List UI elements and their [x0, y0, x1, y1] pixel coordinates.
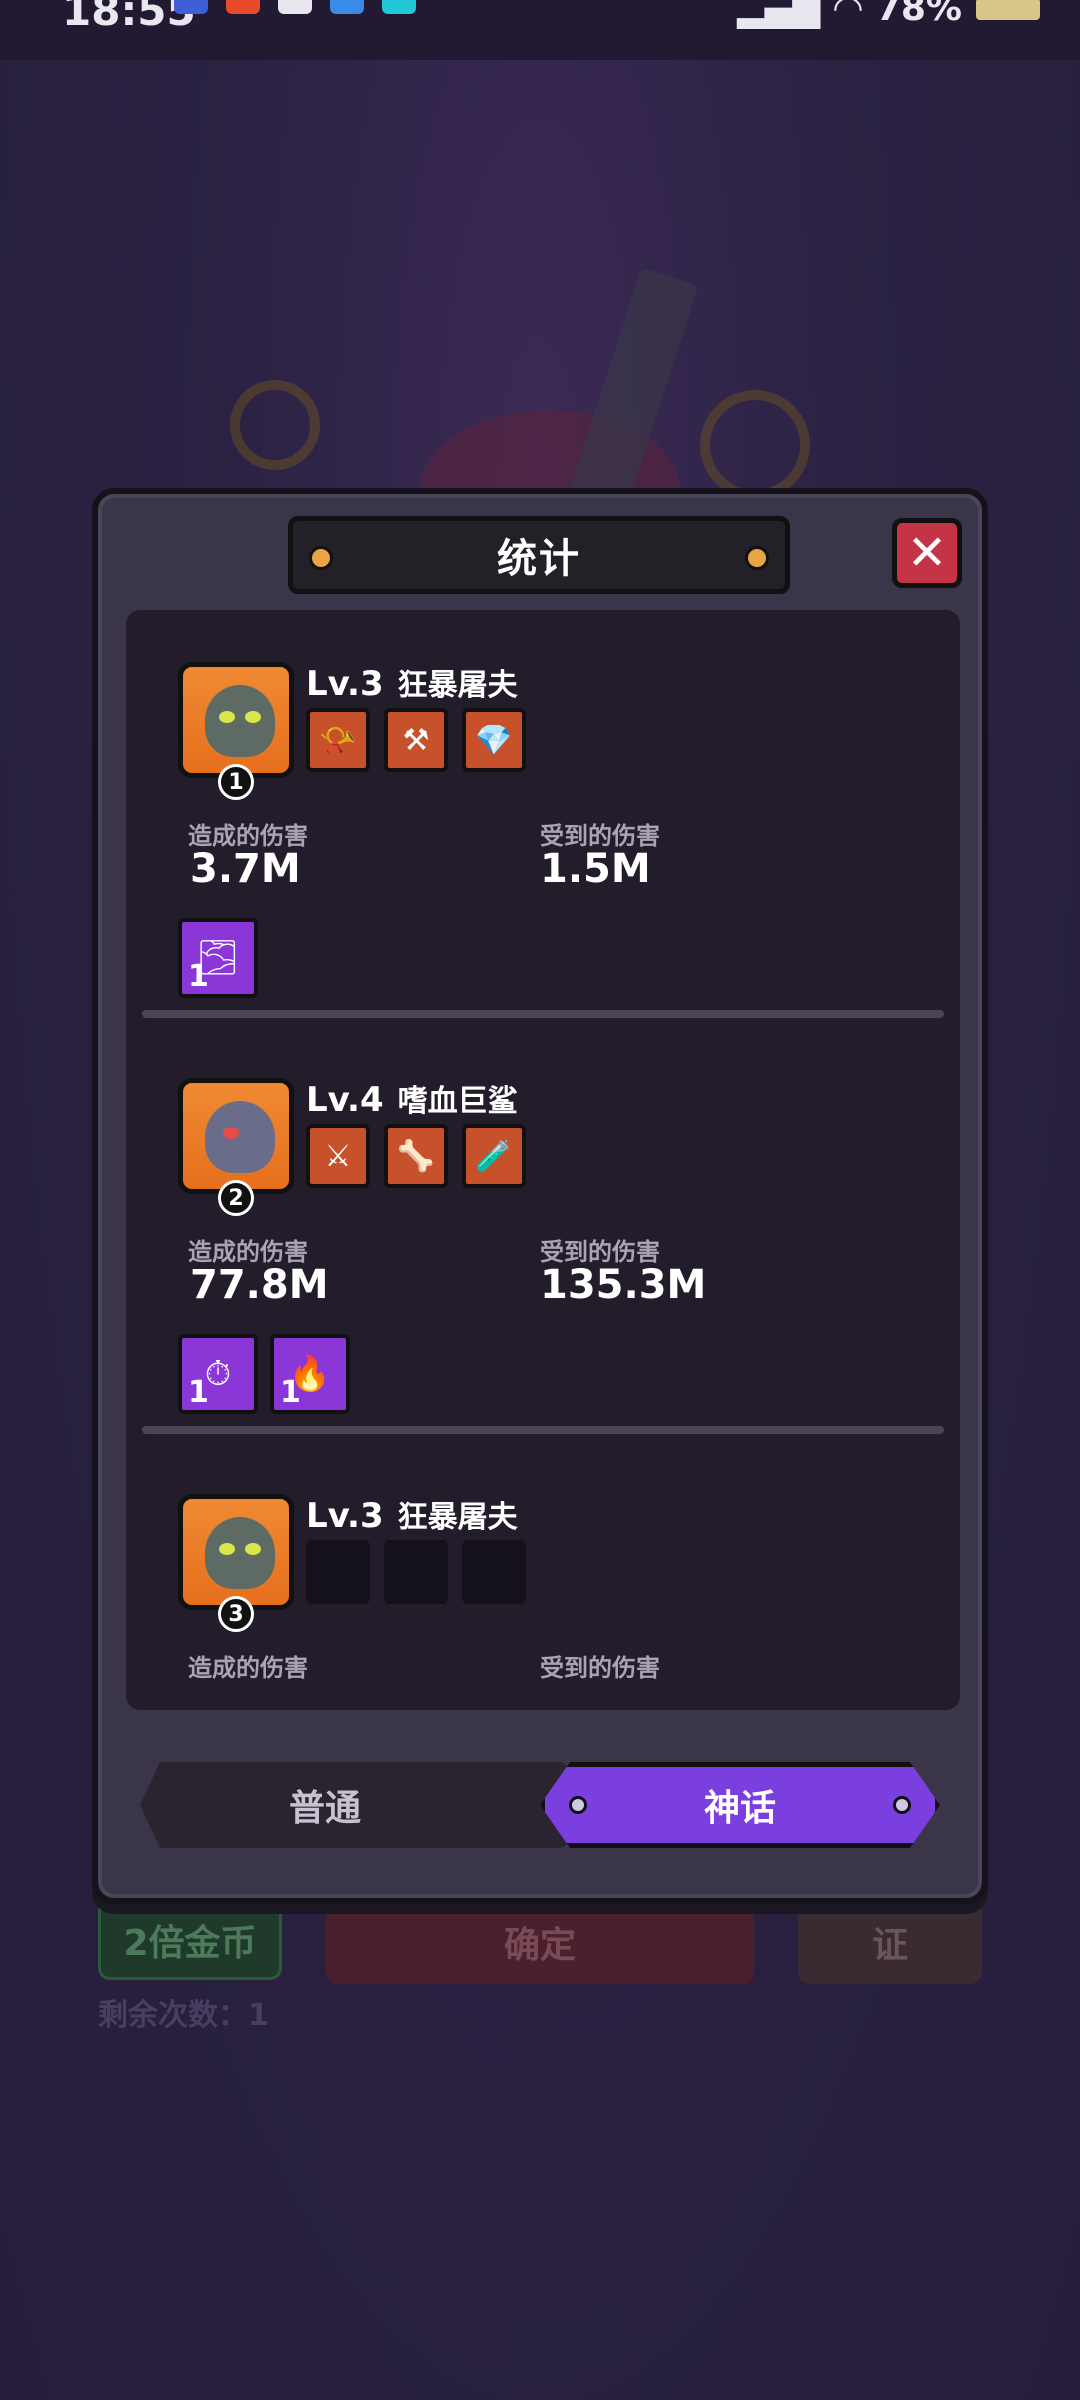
damage-dealt-label: 造成的伤害 — [188, 1654, 308, 1682]
item-count: 1 — [280, 1375, 301, 1410]
item-row: 🌫 1 — [178, 918, 258, 998]
confirm-button: 确定 — [326, 1900, 754, 1984]
hero-title: Lv.3 狂暴屠夫 — [306, 1492, 518, 1536]
scythe-icon[interactable]: ⚒ — [384, 708, 448, 772]
poison-cloud-icon[interactable]: 🌫 1 — [178, 918, 258, 998]
hero-entry: 1 Lv.3 狂暴屠夫 📯 ⚒ 💎 造成的伤害 3.7M 受到的伤害 1.5M … — [126, 610, 960, 1026]
item-row: ⏱ 1 🔥 1 — [178, 1334, 350, 1414]
heart-crystal-icon[interactable]: 💎 — [462, 708, 526, 772]
damage-dealt-value: 77.8M — [190, 1262, 329, 1308]
app-icon — [382, 0, 416, 14]
equipment-row — [306, 1540, 526, 1604]
butcher-face-icon — [205, 685, 275, 757]
eye — [223, 1127, 239, 1139]
eye — [219, 711, 235, 723]
hero-title: Lv.3 狂暴屠夫 — [306, 660, 518, 704]
hero-name: 狂暴屠夫 — [397, 1500, 518, 1535]
remaining-count: 剩余次数：1 — [98, 1998, 269, 2033]
butcher-face-icon — [205, 1517, 275, 1589]
signal-icon: ▂▄▆ — [737, 0, 821, 29]
fire-armor-icon[interactable]: 🔥 1 — [270, 1334, 350, 1414]
equipment-row: ⚔ 🦴 🧪 — [306, 1124, 526, 1188]
hook-blade-icon[interactable]: ⚔ — [306, 1124, 370, 1188]
tab-dot-left — [569, 1796, 587, 1814]
item-count: 1 — [188, 1375, 209, 1410]
tab-dot-right — [893, 1796, 911, 1814]
status-right: ▂▄▆ ◠ 78% — [737, 0, 1040, 29]
shark-face-icon — [205, 1101, 275, 1173]
eye — [219, 1543, 235, 1555]
rank-badge: 1 — [218, 764, 254, 800]
close-icon: ✕ — [906, 525, 948, 581]
rank-badge: 2 — [218, 1180, 254, 1216]
app-icon — [226, 0, 260, 14]
status-bar: 18:55 ▂▄▆ ◠ 78% — [0, 0, 1080, 60]
hero-portrait[interactable] — [178, 1494, 294, 1610]
app-icon — [174, 0, 208, 14]
hero-portrait[interactable] — [178, 662, 294, 778]
hero-name: 嗜血巨鲨 — [397, 1084, 518, 1119]
hero-entry: 2 Lv.4 嗜血巨鲨 ⚔ 🦴 🧪 造成的伤害 77.8M 受到的伤害 135.… — [126, 1026, 960, 1442]
equipment-row: 📯 ⚒ 💎 — [306, 708, 526, 772]
title-bar: 统计 — [288, 516, 790, 594]
close-button[interactable]: ✕ — [892, 518, 962, 588]
hero-level: Lv.3 — [306, 664, 384, 704]
swirl-decoration — [700, 390, 810, 500]
claw-icon[interactable]: 🦴 — [384, 1124, 448, 1188]
stopwatch-icon[interactable]: ⏱ 1 — [178, 1334, 258, 1414]
item-count: 1 — [188, 959, 209, 994]
rarity-tabs: 普通 神话 — [140, 1762, 940, 1848]
status-app-icons — [174, 0, 416, 14]
empty-equip-slot[interactable] — [306, 1540, 370, 1604]
app-icon — [330, 0, 364, 14]
blue-potion-icon[interactable]: 🧪 — [462, 1124, 526, 1188]
modal-title: 统计 — [497, 536, 581, 582]
swirl-decoration — [230, 380, 320, 470]
right-button: 证 — [798, 1900, 982, 1984]
hero-title: Lv.4 嗜血巨鲨 — [306, 1076, 518, 1120]
hero-portrait[interactable] — [178, 1078, 294, 1194]
damage-taken-label: 受到的伤害 — [540, 1654, 660, 1682]
empty-equip-slot[interactable] — [462, 1540, 526, 1604]
damage-taken-value: 135.3M — [540, 1262, 707, 1308]
double-coins-button: 2倍金币 — [98, 1900, 282, 1980]
battery-icon — [976, 0, 1040, 20]
hero-entry: 3 Lv.3 狂暴屠夫 造成的伤害 受到的伤害 — [126, 1442, 960, 1710]
hero-stats-list[interactable]: 1 Lv.3 狂暴屠夫 📯 ⚒ 💎 造成的伤害 3.7M 受到的伤害 1.5M … — [126, 610, 960, 1710]
divider — [142, 1010, 944, 1018]
hero-name: 狂暴屠夫 — [397, 668, 518, 703]
rank-badge: 3 — [218, 1596, 254, 1632]
battery-percent: 78% — [875, 0, 962, 29]
damage-taken-value: 1.5M — [540, 846, 651, 892]
tab-normal[interactable]: 普通 — [140, 1762, 570, 1848]
hero-level: Lv.3 — [306, 1496, 384, 1536]
app-icon — [278, 0, 312, 14]
eye — [245, 711, 261, 723]
damage-dealt-value: 3.7M — [190, 846, 301, 892]
hero-level: Lv.4 — [306, 1080, 384, 1120]
empty-equip-slot[interactable] — [384, 1540, 448, 1604]
tab-normal-label: 普通 — [288, 1788, 361, 1829]
horn-icon[interactable]: 📯 — [306, 708, 370, 772]
divider — [142, 1426, 944, 1434]
eye — [245, 1543, 261, 1555]
tab-myth-label: 神话 — [703, 1788, 776, 1829]
wifi-icon: ◠ — [834, 0, 862, 29]
tab-myth[interactable]: 神话 — [540, 1762, 940, 1848]
statistics-modal: 统计 ✕ 1 Lv.3 狂暴屠夫 📯 ⚒ 💎 造成的伤害 3.7M 受到的伤害 … — [92, 488, 988, 1904]
